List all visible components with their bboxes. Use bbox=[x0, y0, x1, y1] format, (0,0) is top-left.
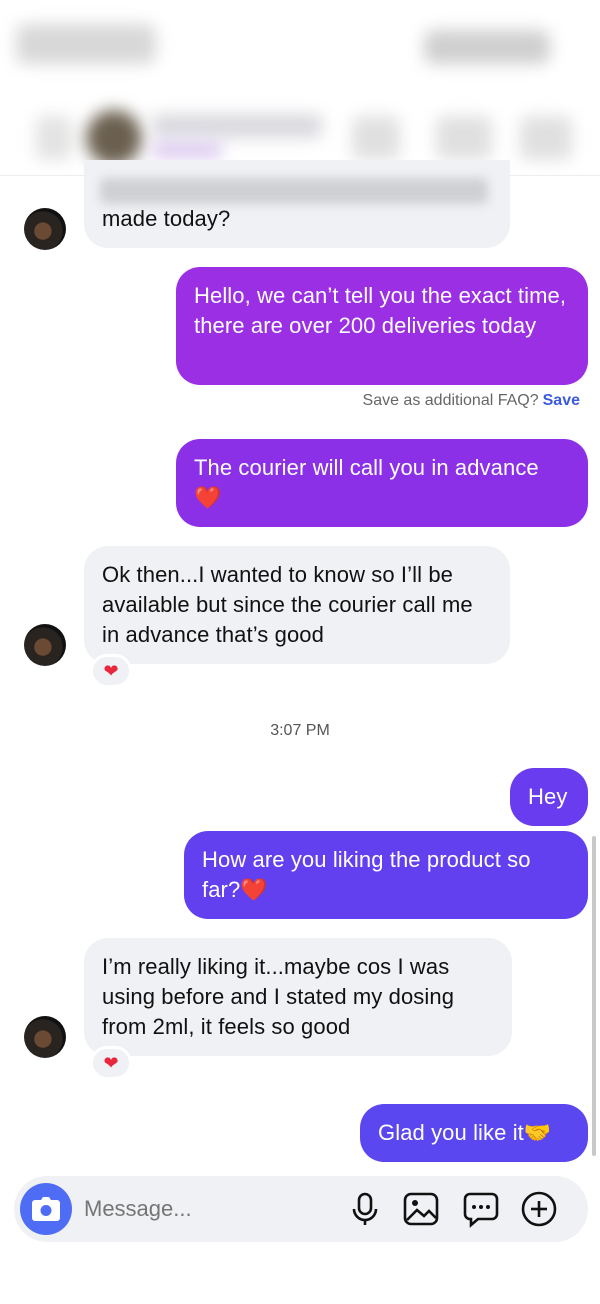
message-text: Ok then...I wanted to know so I’ll be av… bbox=[102, 562, 473, 647]
blurred-text bbox=[100, 178, 488, 204]
message-text: I’m really liking it...maybe cos I was u… bbox=[102, 954, 455, 1039]
incoming-message[interactable]: made today? bbox=[84, 160, 510, 248]
heart-reaction-icon[interactable]: ❤ bbox=[90, 1046, 132, 1080]
message-composer bbox=[14, 1176, 588, 1242]
heart-emoji: ❤️ bbox=[240, 877, 268, 902]
contact-status bbox=[152, 142, 222, 158]
faq-suggestion: Save as additional FAQ? Save bbox=[363, 392, 580, 410]
handshake-emoji: 🤝 bbox=[523, 1120, 552, 1145]
contact-avatar-small[interactable] bbox=[24, 1016, 66, 1058]
contact-avatar-small[interactable] bbox=[24, 624, 66, 666]
back-button[interactable] bbox=[36, 116, 72, 160]
outgoing-message[interactable]: Hello, we can’t tell you the exact time,… bbox=[176, 267, 588, 385]
message-input[interactable] bbox=[84, 1190, 344, 1228]
save-faq-link[interactable]: Save bbox=[543, 392, 580, 409]
message-text: Hey bbox=[528, 784, 568, 809]
status-bar-left bbox=[16, 24, 156, 64]
message-text: The courier will call you in advance bbox=[194, 455, 539, 480]
contact-name[interactable] bbox=[152, 114, 322, 138]
contact-avatar-small[interactable] bbox=[24, 208, 66, 250]
video-call-button[interactable] bbox=[436, 116, 492, 160]
message-text: Hello, we can’t tell you the exact time,… bbox=[194, 283, 567, 338]
status-bar-right bbox=[424, 30, 550, 64]
call-button[interactable] bbox=[352, 116, 400, 160]
faq-prompt: Save as additional FAQ? bbox=[362, 392, 539, 409]
gallery-icon[interactable] bbox=[402, 1190, 440, 1228]
outgoing-message[interactable]: How are you liking the product so far?❤️ bbox=[184, 831, 588, 919]
plus-circle-icon[interactable] bbox=[520, 1190, 558, 1228]
scrollbar[interactable] bbox=[592, 836, 596, 1156]
microphone-icon[interactable] bbox=[346, 1190, 384, 1228]
outgoing-message[interactable]: Hey bbox=[510, 768, 588, 826]
message-text: Glad you like it bbox=[378, 1120, 524, 1145]
outgoing-message[interactable]: Glad you like it🤝 bbox=[360, 1104, 588, 1162]
incoming-message[interactable]: I’m really liking it...maybe cos I was u… bbox=[84, 938, 512, 1056]
message-text: made today? bbox=[102, 206, 231, 231]
camera-button[interactable] bbox=[20, 1183, 72, 1235]
timestamp: 3:07 PM bbox=[270, 722, 330, 739]
heart-reaction-icon[interactable]: ❤ bbox=[90, 654, 132, 688]
chat-bubble-icon[interactable] bbox=[462, 1190, 500, 1228]
camera-icon bbox=[32, 1197, 60, 1221]
heart-emoji: ❤️ bbox=[194, 485, 222, 510]
outgoing-message[interactable]: The courier will call you in advance ❤️ bbox=[176, 439, 588, 527]
info-button[interactable] bbox=[520, 116, 572, 160]
contact-avatar[interactable] bbox=[86, 110, 142, 166]
incoming-message[interactable]: Ok then...I wanted to know so I’ll be av… bbox=[84, 546, 510, 664]
